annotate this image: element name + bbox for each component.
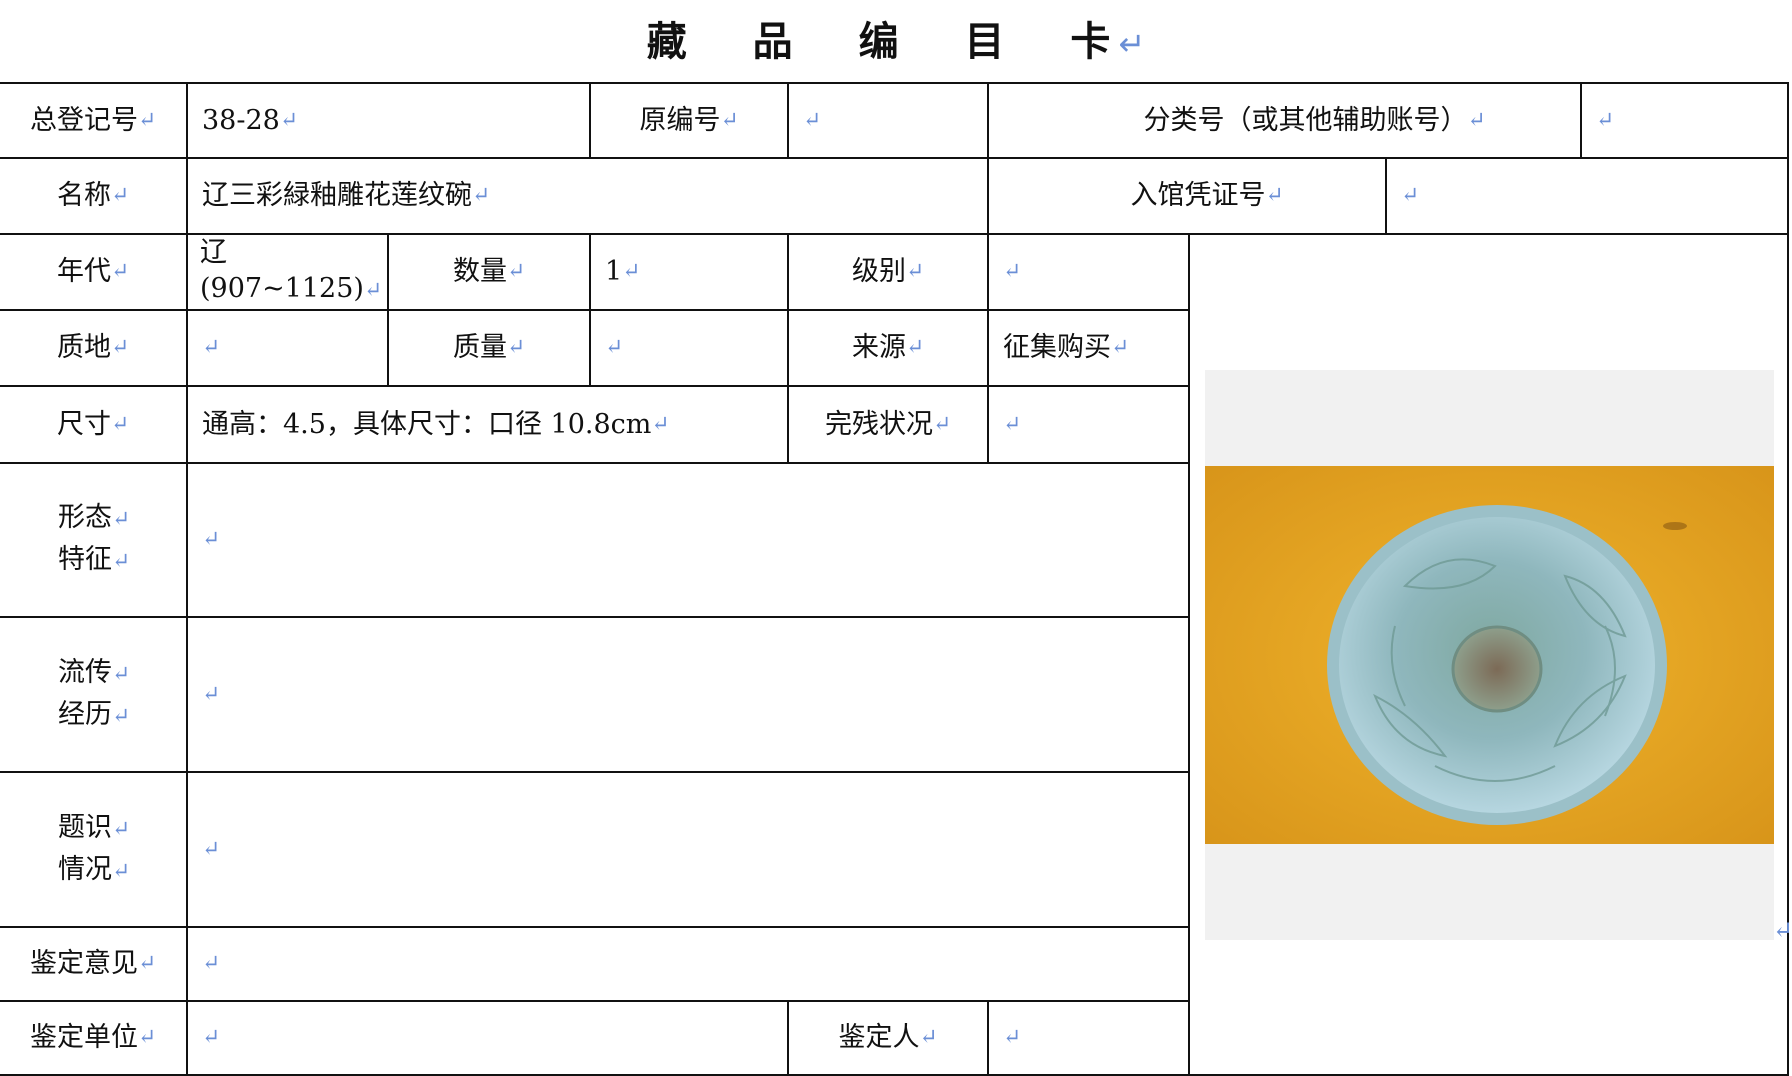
label-dimensions: 尺寸 ↵ (56, 408, 130, 440)
label-condition: 完残状况 ↵ (824, 408, 952, 440)
label-source: 来源 ↵ (851, 332, 925, 363)
value-source: 征集购买 ↵ (1003, 332, 1130, 363)
label-form-features: 形态↵ 特征↵ (58, 502, 131, 575)
value-grade: ↵ (1003, 259, 1022, 284)
label-provenance: 流传↵ 经历↵ (58, 656, 131, 730)
label-name: 名称 ↵ (56, 180, 130, 211)
value-appraisal-opinion: ↵ (202, 951, 221, 976)
label-quantity: 数量 ↵ (452, 256, 526, 287)
label-classification-no: 分类号（或其他辅助账号） ↵ (1143, 104, 1486, 136)
value-quantity: 1 ↵ (605, 256, 641, 287)
value-appraiser: ↵ (1003, 1025, 1022, 1050)
value-material: ↵ (202, 335, 221, 360)
paragraph-mark-icon: ↵ (1773, 916, 1792, 944)
bowl-photo-image (1205, 466, 1774, 844)
label-accession-voucher: 入馆凭证号 ↵ (1130, 180, 1284, 211)
label-appraisal-unit: 鉴定单位 ↵ (29, 1022, 157, 1053)
value-provenance: ↵ (202, 681, 221, 707)
value-registration-no: 38-28 ↵ (202, 104, 298, 136)
value-accession-voucher: ↵ (1401, 183, 1420, 208)
artifact-photo (1205, 370, 1774, 940)
label-appraisal-opinion: 鉴定意见 ↵ (29, 948, 157, 979)
value-inscription: ↵ (202, 836, 221, 862)
label-original-no: 原编号 ↵ (639, 104, 739, 136)
value-form-features: ↵ (202, 527, 221, 552)
value-classification-no: ↵ (1596, 107, 1615, 133)
label-appraiser: 鉴定人 ↵ (838, 1022, 938, 1053)
label-weight: 质量 ↵ (452, 332, 526, 363)
value-name: 辽三彩緑釉雕花莲纹碗 ↵ (202, 180, 491, 211)
label-registration-no: 总登记号 ↵ (29, 104, 157, 136)
value-condition: ↵ (1003, 411, 1022, 437)
label-grade: 级别 ↵ (851, 256, 925, 287)
value-era: 辽 (907~1125)↵ (200, 237, 383, 304)
value-appraisal-unit: ↵ (202, 1025, 221, 1050)
value-weight: ↵ (605, 335, 624, 360)
label-inscription: 题识↵ 情况↵ (58, 811, 131, 885)
label-material: 质地 ↵ (56, 332, 130, 363)
value-dimensions: 通高：4.5，具体尺寸：口径 10.8cm ↵ (202, 408, 670, 440)
value-original-no: ↵ (803, 107, 822, 133)
label-era: 年代 ↵ (56, 256, 130, 287)
